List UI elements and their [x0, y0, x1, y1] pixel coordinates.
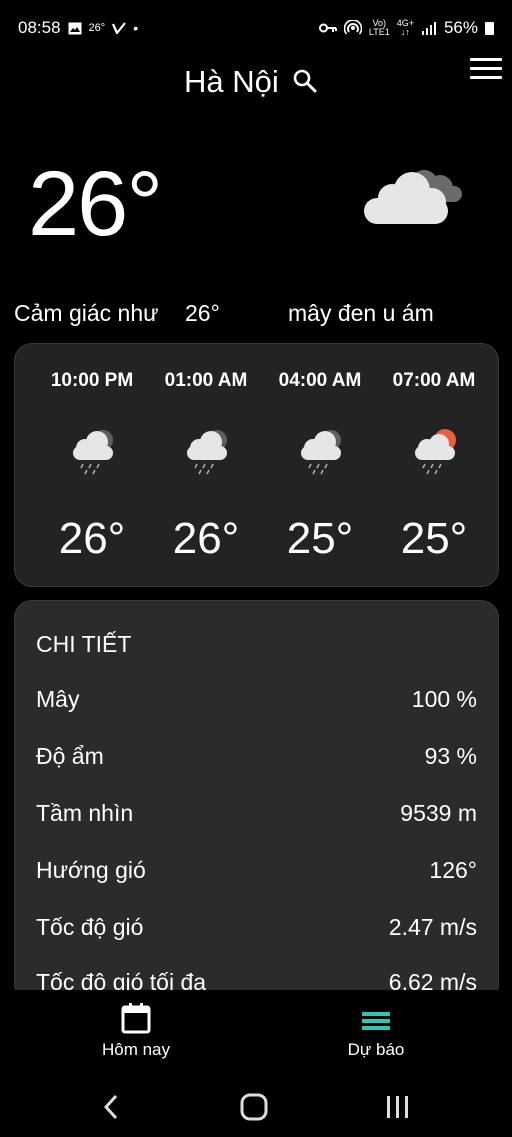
menu-icon[interactable]: [470, 58, 502, 82]
recents-icon[interactable]: [379, 1092, 415, 1122]
feels-like-label: Cảm giác như: [14, 300, 159, 326]
gallery-icon: [68, 22, 82, 34]
nav-forecast-label: Dự báo: [347, 1040, 405, 1059]
nav-today[interactable]: Hôm nay: [46, 990, 226, 1062]
network-indicator: 4G+ ↓↑: [396, 18, 414, 37]
detail-row-humidity: Độ ẩm 93 %: [36, 743, 477, 775]
search-icon[interactable]: [292, 68, 318, 94]
current-temperature: 26°: [28, 153, 163, 255]
weather-description: mây đen u ám: [288, 300, 434, 326]
detail-value: 100 %: [411, 686, 477, 712]
detail-value: 126°: [429, 857, 477, 883]
detail-label: Hướng gió: [36, 857, 146, 883]
hour-item: 04:00 AM 25°: [263, 344, 377, 586]
city-name: Hà Nội: [184, 64, 279, 99]
home-icon[interactable]: [236, 1092, 272, 1122]
hour-item: 01:00 AM 26°: [149, 344, 263, 586]
detail-value: 9539 m: [400, 800, 477, 826]
calendar-icon: [121, 1003, 151, 1034]
temp-notification: 26°: [88, 22, 106, 34]
status-left: 08:58 26° •: [18, 18, 138, 38]
system-navigation-bar: [0, 1072, 512, 1137]
detail-row-clouds: Mây 100 %: [36, 686, 477, 718]
hourly-forecast-card[interactable]: 10:00 PM 26° 01:00 AM 26° 04:00 AM 25° 0…: [14, 343, 499, 587]
sun-cloud-rain-icon: [415, 429, 456, 475]
cloudy-icon: [364, 170, 462, 224]
status-right: Vo) LTE1 4G+ ↓↑ 56%: [318, 18, 494, 38]
hour-temperature: 26°: [172, 514, 240, 563]
volte-indicator: Vo) LTE1: [368, 18, 390, 37]
details-card[interactable]: CHI TIẾT Mây 100 % Độ ẩm 93 % Tầm nhìn 9…: [14, 600, 499, 1002]
city-header: Hà Nội: [0, 60, 512, 104]
feels-like-value: 26°: [185, 300, 220, 326]
detail-label: Tầm nhìn: [36, 800, 134, 826]
list-icon: [362, 1012, 390, 1030]
back-icon[interactable]: [94, 1092, 130, 1122]
detail-value: 93 %: [424, 743, 477, 769]
cloud-rain-icon: [187, 430, 227, 475]
details-title: CHI TIẾT: [36, 631, 132, 657]
detail-row-visibility: Tầm nhìn 9539 m: [36, 800, 477, 832]
detail-row-wind-speed: Tốc độ gió 2.47 m/s: [36, 914, 477, 946]
detail-label: Độ ẩm: [36, 743, 104, 769]
detail-label: Mây: [36, 686, 80, 712]
hour-item: 07:00 AM 25°: [377, 344, 491, 586]
check-notification-icon: [112, 22, 127, 34]
hour-temperature: 26°: [58, 514, 126, 563]
dot-icon: •: [133, 20, 139, 36]
detail-label: Tốc độ gió: [36, 914, 144, 940]
hour-temperature: 25°: [286, 514, 354, 563]
cloud-rain-icon: [73, 430, 113, 475]
status-bar: 08:58 26° • Vo) LTE1 4G+ ↓↑ 56%: [0, 0, 512, 52]
hour-time: 04:00 AM: [278, 370, 362, 391]
hour-temperature: 25°: [400, 514, 468, 563]
hour-item: 10:00 PM 26°: [35, 344, 149, 586]
bottom-navigation: Hôm nay Dự báo: [0, 990, 512, 1062]
hour-time: 10:00 PM: [50, 370, 134, 391]
nav-forecast[interactable]: Dự báo: [286, 990, 466, 1062]
detail-row-wind-direction: Hướng gió 126°: [36, 857, 477, 889]
signal-icon: [421, 22, 436, 35]
battery-icon: [485, 21, 494, 35]
battery-percent: 56%: [443, 18, 478, 37]
hour-time: 07:00 AM: [392, 370, 476, 391]
hour-time: 01:00 AM: [164, 370, 248, 391]
status-time: 08:58: [18, 18, 61, 37]
nav-today-label: Hôm nay: [101, 1040, 171, 1059]
key-icon: [318, 23, 337, 33]
cloud-rain-icon: [301, 430, 341, 475]
hotspot-icon: [343, 20, 362, 35]
detail-value: 2.47 m/s: [388, 914, 477, 940]
